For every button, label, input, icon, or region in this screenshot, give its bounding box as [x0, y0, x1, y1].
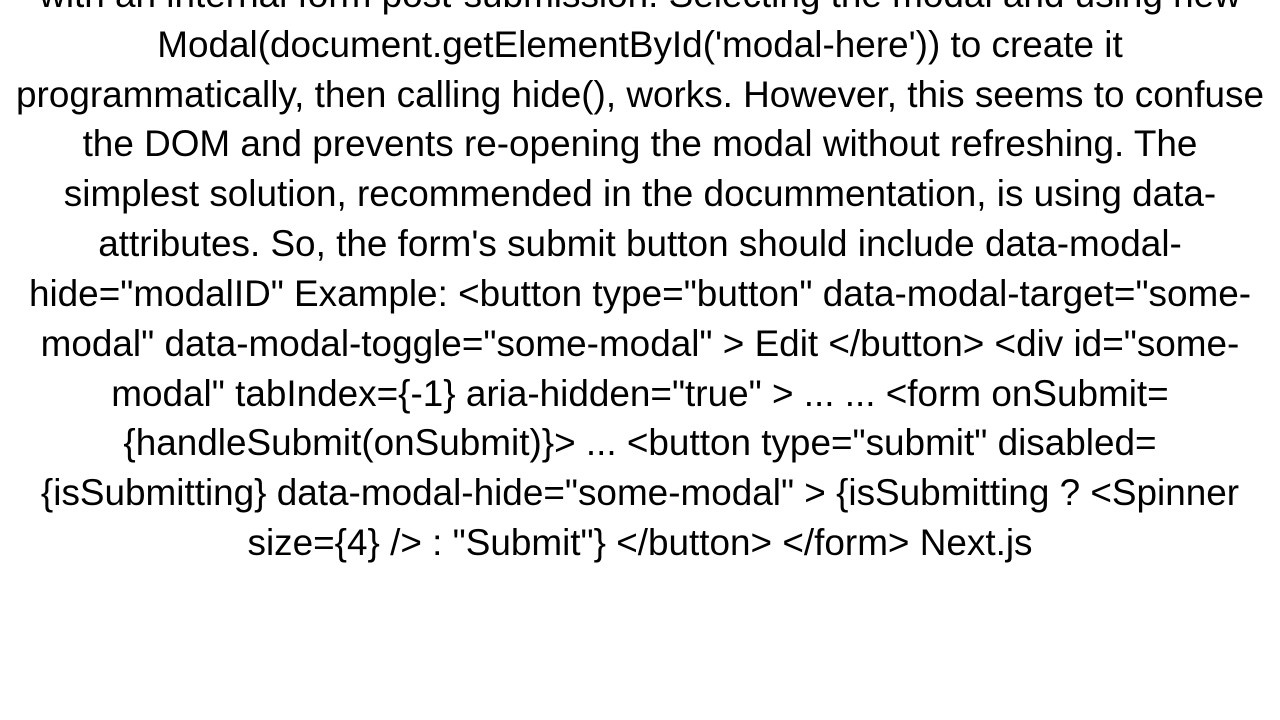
page-viewport: with an internal form post-submission. S… [0, 0, 1280, 720]
article-body: with an internal form post-submission. S… [0, 0, 1280, 568]
